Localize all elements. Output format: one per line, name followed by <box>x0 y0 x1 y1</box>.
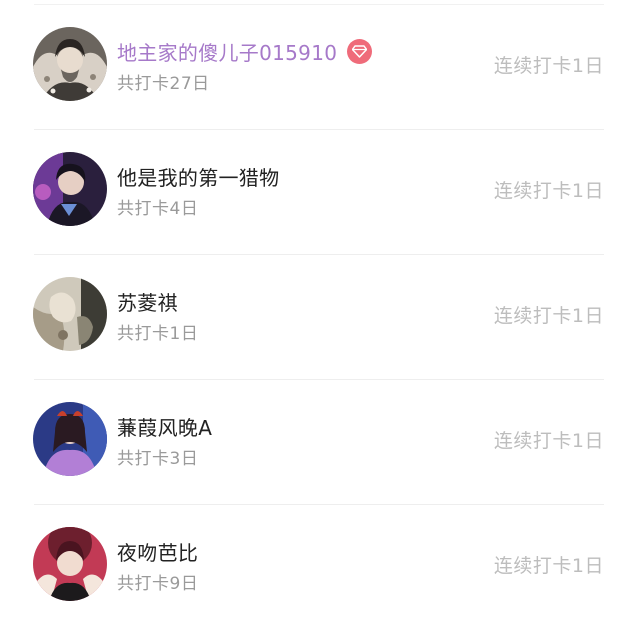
name-line: 夜吻芭比 <box>117 536 198 566</box>
avatar-image <box>33 27 107 101</box>
avatar-image <box>33 402 107 476</box>
username[interactable]: 夜吻芭比 <box>117 537 198 566</box>
list-item[interactable]: 他是我的第一猎物 共打卡4日 连续打卡1日 <box>0 130 640 255</box>
list-item[interactable]: 夜吻芭比 共打卡9日 连续打卡1日 <box>0 505 640 630</box>
vip-badge <box>347 38 373 64</box>
avatar[interactable] <box>33 277 107 351</box>
avatar[interactable] <box>33 27 107 101</box>
list-item[interactable]: 地主家的傻儿子015910 共打卡27日 连续打卡1日 <box>0 5 640 130</box>
streak-label: 连续打卡1日 <box>493 305 604 327</box>
avatar[interactable] <box>33 402 107 476</box>
total-checkins: 共打卡3日 <box>117 449 199 469</box>
list-item[interactable]: 苏菱祺 共打卡1日 连续打卡1日 <box>0 255 640 380</box>
name-line: 苏菱祺 <box>117 286 178 316</box>
name-line: 蒹葭风晚A <box>117 411 212 441</box>
avatar-image <box>33 277 107 351</box>
total-checkins: 共打卡1日 <box>117 324 199 344</box>
streak-label: 连续打卡1日 <box>493 555 604 577</box>
avatar-image <box>33 152 107 226</box>
total-checkins: 共打卡9日 <box>117 574 199 594</box>
avatar[interactable] <box>33 527 107 601</box>
streak-label: 连续打卡1日 <box>493 180 604 202</box>
avatar-image <box>33 527 107 601</box>
username[interactable]: 苏菱祺 <box>117 287 178 316</box>
streak-label: 连续打卡1日 <box>493 430 604 452</box>
name-line: 他是我的第一猎物 <box>117 161 279 191</box>
list-item[interactable]: 蒹葭风晚A 共打卡3日 连续打卡1日 <box>0 380 640 505</box>
username[interactable]: 他是我的第一猎物 <box>117 162 279 191</box>
streak-label: 连续打卡1日 <box>493 55 604 77</box>
avatar[interactable] <box>33 152 107 226</box>
total-checkins: 共打卡4日 <box>117 199 199 219</box>
total-checkins: 共打卡27日 <box>117 74 210 94</box>
username[interactable]: 蒹葭风晚A <box>117 412 212 441</box>
diamond-icon <box>352 44 368 58</box>
name-line: 地主家的傻儿子015910 <box>117 36 373 66</box>
username[interactable]: 地主家的傻儿子015910 <box>117 37 337 66</box>
